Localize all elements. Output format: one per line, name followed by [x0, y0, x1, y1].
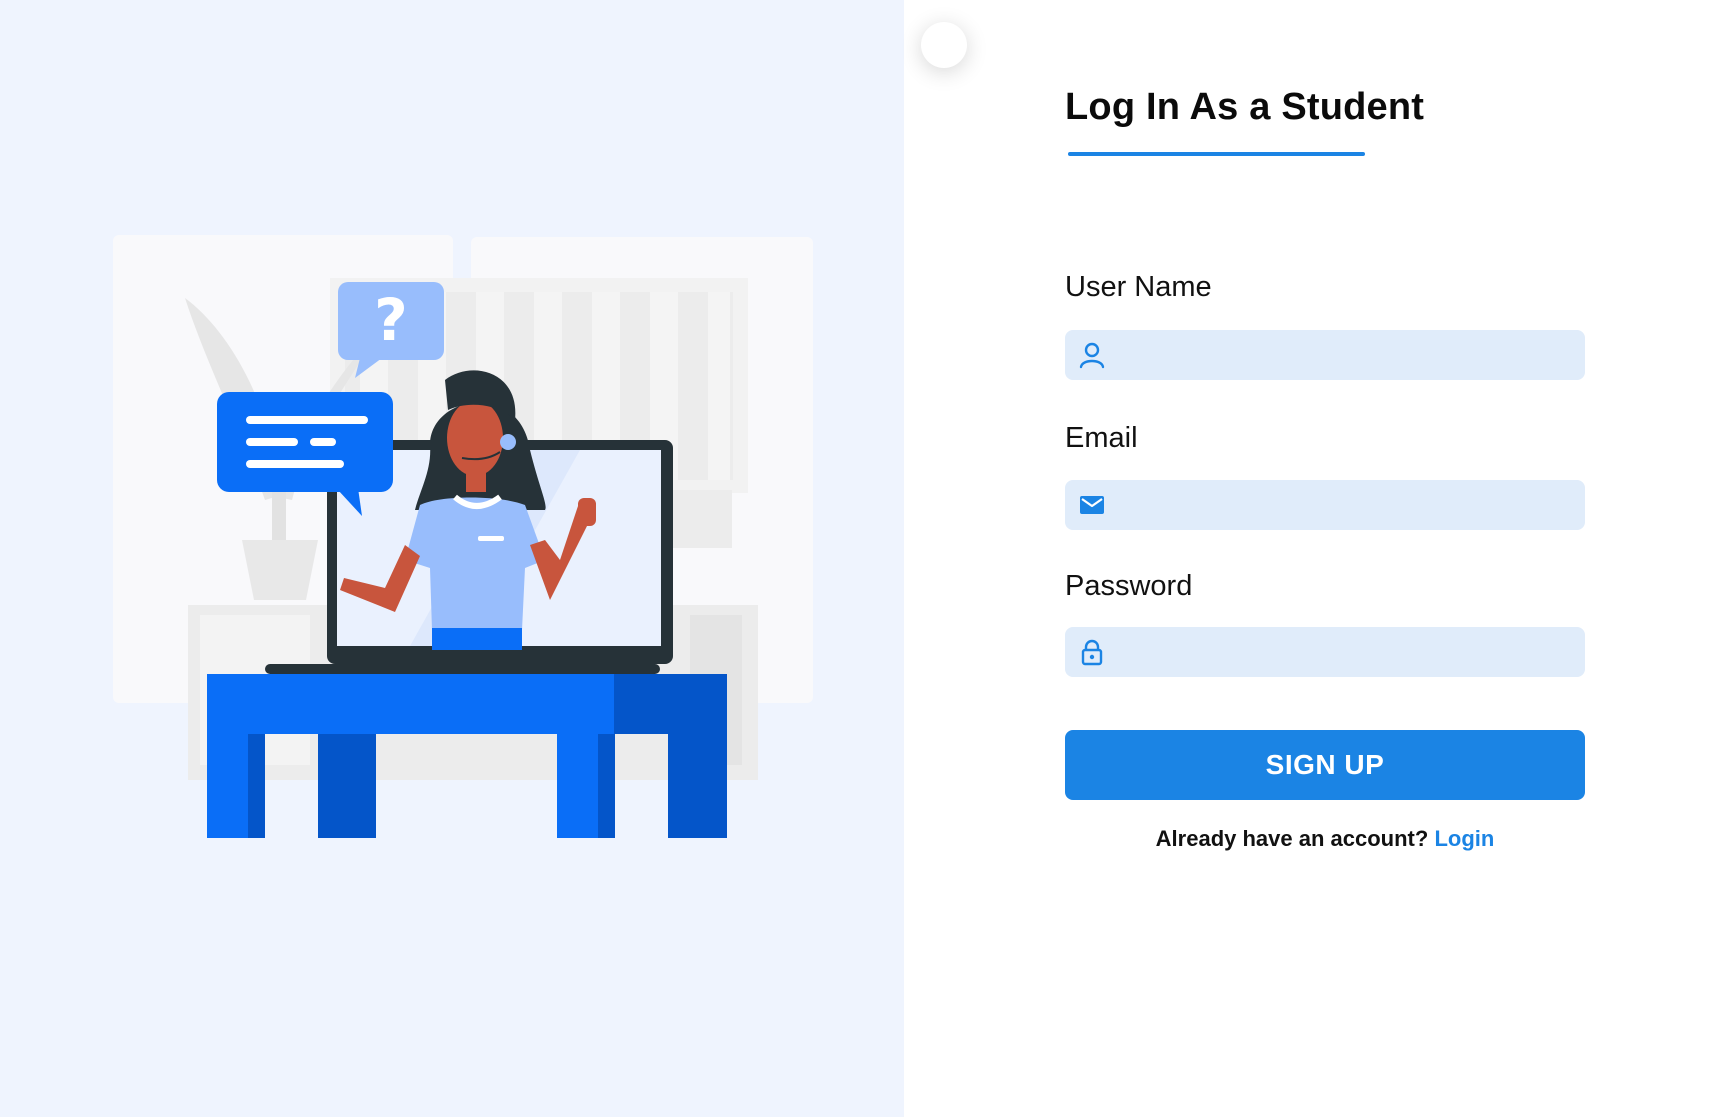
theme-toggle-knob[interactable]: [921, 22, 967, 68]
illustration-panel: ?: [0, 0, 904, 1117]
login-panel: [904, 0, 1728, 1117]
password-label: Password: [1065, 570, 1193, 602]
email-field[interactable]: [1065, 480, 1585, 530]
username-field[interactable]: [1065, 330, 1585, 380]
password-field[interactable]: [1065, 627, 1585, 677]
user-icon: [1078, 341, 1106, 369]
email-label: Email: [1065, 422, 1138, 454]
signup-button[interactable]: SIGN UP: [1065, 730, 1585, 800]
login-link[interactable]: Login: [1434, 826, 1494, 851]
email-input[interactable]: [1121, 480, 1573, 530]
envelope-icon: [1078, 491, 1106, 519]
svg-text:?: ?: [374, 286, 408, 354]
lock-icon: [1078, 638, 1106, 666]
login-prompt: Already have an account? Login: [1065, 826, 1585, 852]
title-underline: [1068, 152, 1365, 156]
login-prompt-text: Already have an account?: [1155, 826, 1429, 851]
password-input[interactable]: [1121, 627, 1573, 677]
page-title: Log In As a Student: [1065, 86, 1425, 128]
username-input[interactable]: [1121, 330, 1573, 380]
username-label: User Name: [1065, 271, 1212, 303]
online-tutor-illustration: ?: [113, 235, 813, 838]
